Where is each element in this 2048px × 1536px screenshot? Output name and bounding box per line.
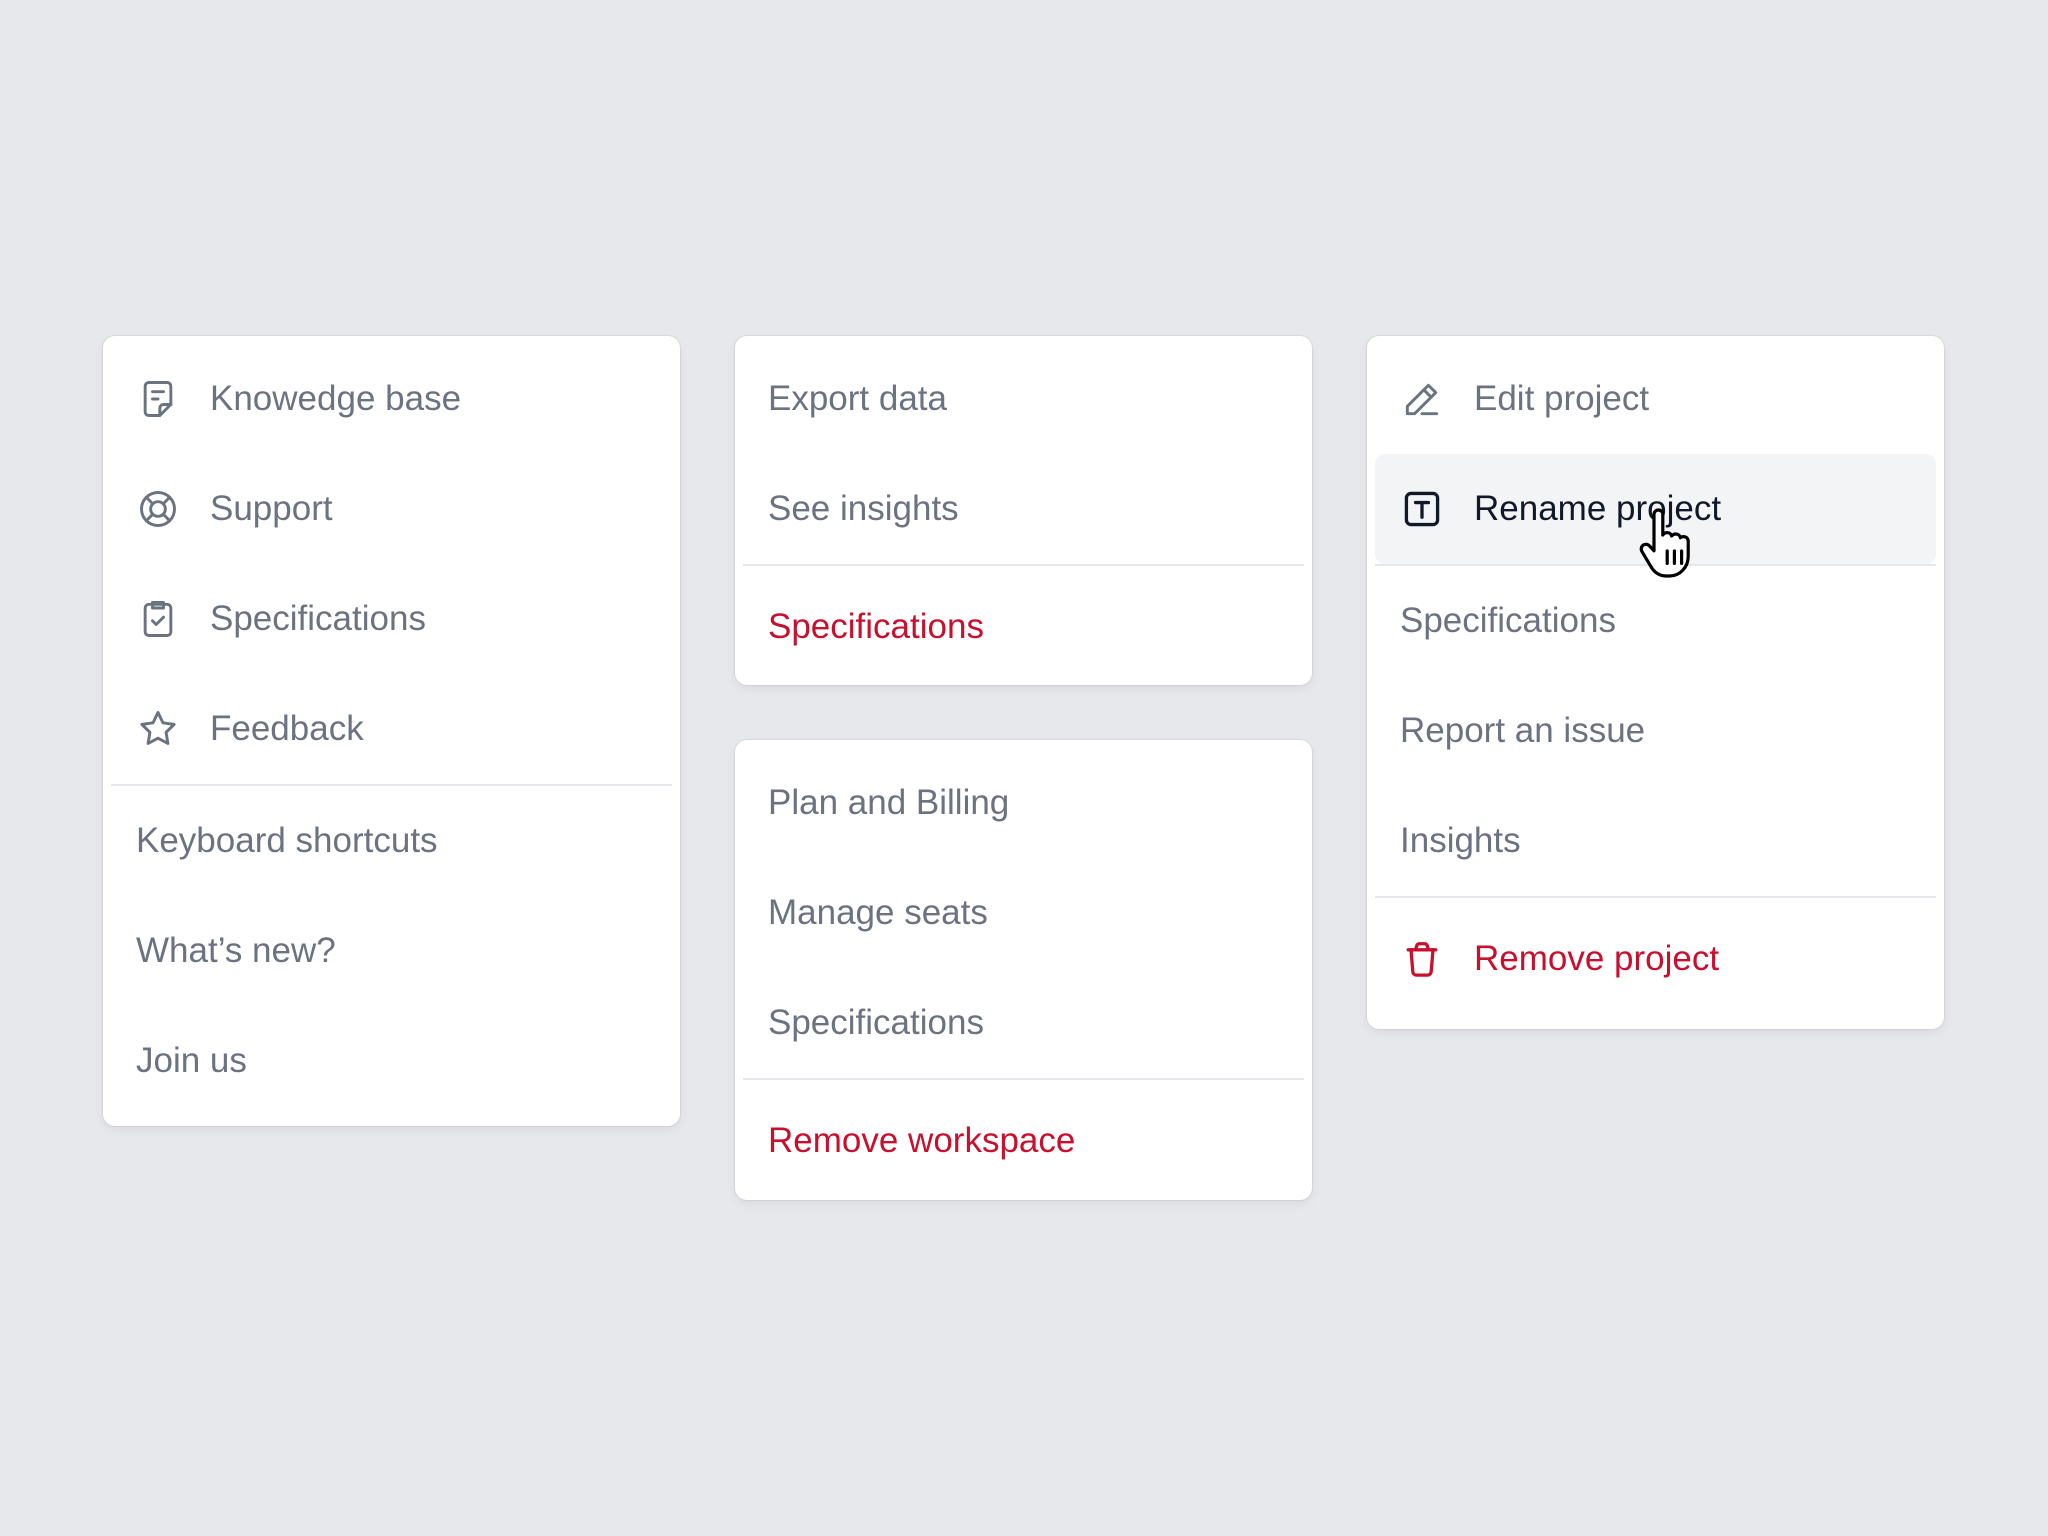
data-menu: Export data See insights Specifications bbox=[735, 336, 1312, 685]
menu-item-specifications[interactable]: Specifications bbox=[1375, 566, 1936, 676]
menu-item-label: Report an issue bbox=[1400, 711, 1646, 750]
menu-item-label: Plan and Billing bbox=[768, 783, 1010, 822]
clipboard-check-icon bbox=[136, 597, 180, 641]
project-menu: Edit project Rename project Specificatio… bbox=[1367, 336, 1944, 1029]
menu-item-remove-project[interactable]: Remove project bbox=[1375, 898, 1936, 1020]
menu-item-label: Knowedge base bbox=[210, 379, 462, 418]
menu-item-edit-project[interactable]: Edit project bbox=[1375, 344, 1936, 454]
menu-item-specifications[interactable]: Specifications bbox=[743, 968, 1304, 1078]
menu-item-label: Specifications bbox=[210, 599, 426, 638]
menu-item-label: Keyboard shortcuts bbox=[136, 821, 438, 860]
menu-item-label: Export data bbox=[768, 379, 947, 418]
menu-item-join-us[interactable]: Join us bbox=[111, 1006, 672, 1116]
menu-item-insights[interactable]: Insights bbox=[1375, 786, 1936, 896]
help-menu: Knowedge base Support Specifications Fee… bbox=[103, 336, 680, 1126]
menu-item-manage-seats[interactable]: Manage seats bbox=[743, 858, 1304, 968]
menu-item-support[interactable]: Support bbox=[111, 454, 672, 564]
menu-item-label: Specifications bbox=[768, 1003, 984, 1042]
menu-item-label: Insights bbox=[1400, 821, 1521, 860]
menu-item-plan-and-billing[interactable]: Plan and Billing bbox=[743, 748, 1304, 858]
menu-item-feedback[interactable]: Feedback bbox=[111, 674, 672, 784]
menu-item-specifications-danger[interactable]: Specifications bbox=[743, 566, 1304, 688]
menu-item-label: What’s new? bbox=[136, 931, 336, 970]
menu-item-see-insights[interactable]: See insights bbox=[743, 454, 1304, 564]
lifebuoy-icon bbox=[136, 487, 180, 531]
pencil-icon bbox=[1400, 377, 1444, 421]
menu-item-label: See insights bbox=[768, 489, 959, 528]
menu-item-label: Edit project bbox=[1474, 379, 1650, 418]
menu-item-label: Specifications bbox=[768, 607, 984, 646]
trash-icon bbox=[1400, 937, 1444, 981]
hand-pointer-icon bbox=[1636, 508, 1698, 580]
menu-item-label: Support bbox=[210, 489, 333, 528]
document-icon bbox=[136, 377, 180, 421]
menu-item-keyboard-shortcuts[interactable]: Keyboard shortcuts bbox=[111, 786, 672, 896]
menu-item-label: Specifications bbox=[1400, 601, 1616, 640]
text-box-icon bbox=[1400, 487, 1444, 531]
menu-item-report-issue[interactable]: Report an issue bbox=[1375, 676, 1936, 786]
menu-item-label: Manage seats bbox=[768, 893, 988, 932]
menu-item-label: Remove workspace bbox=[768, 1121, 1076, 1160]
menu-item-label: Remove project bbox=[1474, 939, 1720, 978]
billing-menu: Plan and Billing Manage seats Specificat… bbox=[735, 740, 1312, 1200]
menu-item-export-data[interactable]: Export data bbox=[743, 344, 1304, 454]
menu-item-label: Join us bbox=[136, 1041, 247, 1080]
menu-item-specifications[interactable]: Specifications bbox=[111, 564, 672, 674]
menu-item-label: Feedback bbox=[210, 709, 364, 748]
menu-item-knowledge-base[interactable]: Knowedge base bbox=[111, 344, 672, 454]
menu-item-whats-new[interactable]: What’s new? bbox=[111, 896, 672, 1006]
star-icon bbox=[136, 707, 180, 751]
menu-item-remove-workspace[interactable]: Remove workspace bbox=[743, 1080, 1304, 1202]
